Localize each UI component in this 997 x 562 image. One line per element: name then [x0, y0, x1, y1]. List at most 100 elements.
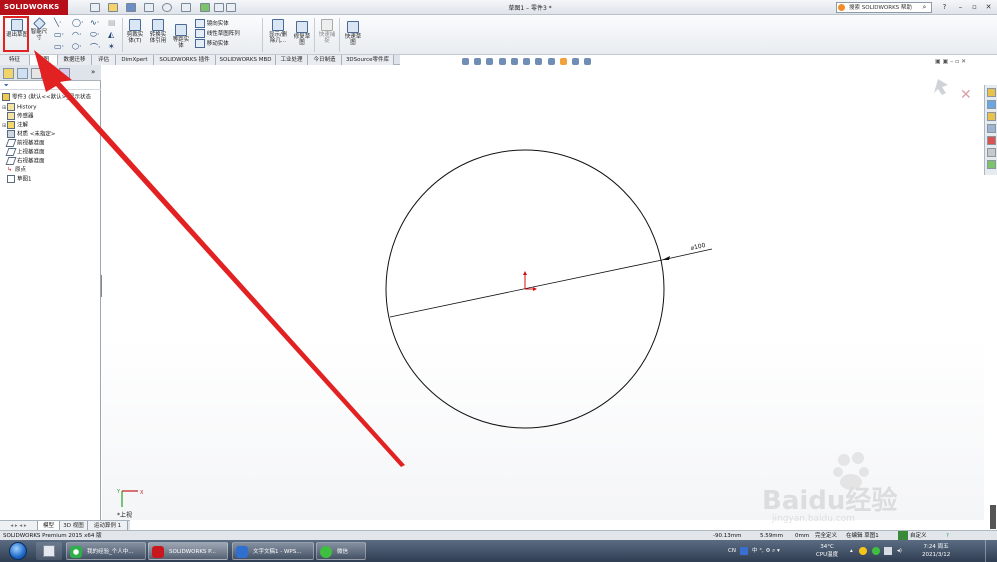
open-folder-icon[interactable] — [108, 3, 118, 12]
rectangle-icon[interactable]: ▭· — [54, 30, 64, 39]
tray-wechat-icon[interactable] — [872, 547, 880, 555]
file-explorer-icon[interactable] — [987, 112, 996, 121]
appearances-icon[interactable] — [987, 136, 996, 145]
configuration-manager-tab-icon[interactable] — [31, 68, 42, 79]
line-icon[interactable]: ╲· — [54, 18, 61, 27]
trim-entities-button[interactable]: 剪裁实 体(T) — [124, 19, 146, 44]
explorer-pinned-icon[interactable] — [36, 542, 62, 560]
split-view-icon-2[interactable]: ▣ — [943, 58, 949, 65]
tab-features[interactable]: 特征 — [0, 55, 30, 65]
ime-icon[interactable] — [740, 547, 748, 555]
section-view-icon[interactable] — [498, 57, 506, 65]
rapid-sketch-button[interactable]: 快速草 图 — [341, 21, 365, 46]
ellipse-icon[interactable]: ⬭· — [90, 30, 99, 40]
tree-item-material[interactable]: 材质 <未指定> — [2, 130, 55, 139]
feature-manager-tab-icon[interactable] — [3, 68, 14, 79]
select-arrow-icon[interactable] — [181, 3, 191, 12]
linear-pattern-button[interactable]: 线性草图阵列 — [195, 29, 257, 39]
point-icon[interactable]: ✶ — [108, 42, 115, 51]
options-icon[interactable] — [226, 3, 236, 12]
restore-icon[interactable]: ▫ — [970, 2, 979, 12]
dimxpert-manager-tab-icon[interactable] — [45, 68, 56, 79]
view-settings-icon[interactable] — [572, 57, 580, 65]
fillet-icon[interactable]: ⌒· — [90, 42, 101, 53]
minimize-icon[interactable]: – — [956, 2, 965, 12]
plane-icon[interactable]: ◭ — [108, 30, 114, 39]
circle-icon[interactable]: ◯· — [72, 18, 84, 27]
search-icon[interactable]: ⌕ — [920, 2, 929, 12]
quick-snaps-button[interactable]: 快速捕 捉 — [316, 19, 338, 44]
tab-data-migration[interactable]: 数据迁移 — [58, 55, 92, 65]
start-button[interactable] — [2, 540, 32, 562]
zoom-to-fit-icon[interactable] — [462, 57, 469, 65]
tree-item-origin[interactable]: ↳ 原点 — [2, 166, 26, 175]
custom-properties-icon[interactable] — [987, 148, 996, 157]
close-icon[interactable]: ✕ — [984, 2, 993, 12]
file-properties-icon[interactable] — [214, 3, 224, 12]
language-indicator[interactable]: CN — [728, 540, 736, 562]
split-view-icon[interactable]: ▣ — [935, 58, 941, 65]
save-icon[interactable] — [126, 3, 136, 12]
tray-expand-icon[interactable]: ▴ — [850, 540, 853, 562]
apply-scene-icon[interactable] — [559, 57, 567, 65]
tab-dimxpert[interactable]: DimXpert — [116, 55, 154, 65]
spline-icon[interactable]: ∿· — [90, 18, 99, 27]
rebuild-icon[interactable] — [200, 3, 210, 12]
mirror-entities-button[interactable]: 镜向实体 — [195, 19, 257, 29]
tree-filter[interactable]: ⏷ — [0, 82, 101, 90]
viewport-minimize-icon[interactable]: – — [950, 58, 953, 65]
smart-dimension-button[interactable]: 智能尺 寸 — [30, 17, 48, 41]
tab-industrial[interactable]: 工业处理 — [276, 55, 308, 65]
taskbar-item-solidworks[interactable]: SOLIDWORKS P... — [148, 542, 228, 560]
tray-app-icon[interactable] — [859, 547, 867, 555]
confirmation-corner[interactable]: ✕ — [934, 79, 972, 103]
print-icon[interactable] — [144, 3, 154, 12]
viewport-close-icon[interactable]: ✕ — [961, 58, 966, 65]
tree-item-history[interactable]: ⊞ History — [2, 103, 37, 112]
show-desktop-button[interactable] — [985, 540, 995, 562]
network-icon[interactable] — [884, 547, 892, 555]
taskbar-item-wps[interactable]: 文字文稿1 - WPS... — [232, 542, 314, 560]
view-orientation-icon[interactable] — [510, 57, 518, 65]
taskbar-item-wechat[interactable]: 微信 — [316, 542, 366, 560]
help-icon[interactable]: ? — [940, 2, 949, 12]
solidworks-resources-icon[interactable] — [987, 88, 996, 97]
volume-icon[interactable]: ◂) — [897, 540, 902, 562]
tab-today-manufacture[interactable]: 今日制造 — [308, 55, 342, 65]
repair-sketch-button[interactable]: 修复草 图 — [291, 21, 313, 46]
filter-icon[interactable]: ⏷ — [4, 82, 9, 90]
view-palette-icon[interactable] — [987, 124, 996, 133]
display-manager-tab-icon[interactable] — [59, 68, 70, 79]
tab-3dsource[interactable]: 3DSource零件库 — [342, 55, 394, 65]
arc-icon[interactable]: ◠· — [72, 30, 82, 39]
offset-entities-button[interactable]: 等距实 体 — [171, 24, 191, 49]
tree-item-top-plane[interactable]: 上视基准面 — [2, 148, 45, 157]
clock[interactable]: 7:24 周五 2021/3/12 — [922, 543, 950, 559]
viewport-restore-icon[interactable]: ▫ — [955, 58, 959, 65]
tree-item-right-plane[interactable]: 右视基准面 — [2, 157, 45, 166]
tree-item-sensors[interactable]: 传感器 — [2, 112, 34, 121]
solidworks-logo[interactable]: SOLIDWORKS — [0, 0, 68, 15]
property-manager-tab-icon[interactable] — [17, 68, 28, 79]
tab-sketch[interactable]: 草图 — [30, 55, 58, 65]
tab-solidworks-mbd[interactable]: SOLIDWORKS MBD — [216, 55, 276, 65]
taskbar-item-browser[interactable]: 我的经验_个人中... — [66, 542, 146, 560]
move-entities-button[interactable]: 移动实体 — [195, 39, 257, 49]
edit-appearance-icon[interactable] — [547, 57, 555, 65]
panel-expand-icon[interactable]: » — [91, 68, 95, 76]
tree-item-sketch1[interactable]: 草图1 — [2, 175, 32, 184]
tab-evaluate[interactable]: 评估 — [92, 55, 116, 65]
design-library-icon[interactable] — [987, 100, 996, 109]
hide-show-icon[interactable] — [535, 57, 543, 65]
tree-root-part[interactable]: 零件3 (默认<<默认>_显示状态 — [2, 93, 91, 102]
new-document-icon[interactable] — [90, 3, 100, 12]
tree-item-annotations[interactable]: ⊞ 注解 — [2, 121, 28, 130]
display-style-icon[interactable] — [523, 57, 531, 65]
display-pane-icon[interactable] — [584, 57, 592, 65]
tree-item-front-plane[interactable]: 前视基准面 — [2, 139, 45, 148]
vertical-scrollbar[interactable] — [990, 505, 996, 529]
zoom-area-icon[interactable] — [474, 57, 482, 65]
slot-icon[interactable]: ▭· — [54, 42, 64, 51]
sketch-text-icon[interactable]: ▤ — [108, 18, 116, 27]
polygon-icon[interactable]: ⬡· — [72, 42, 82, 51]
